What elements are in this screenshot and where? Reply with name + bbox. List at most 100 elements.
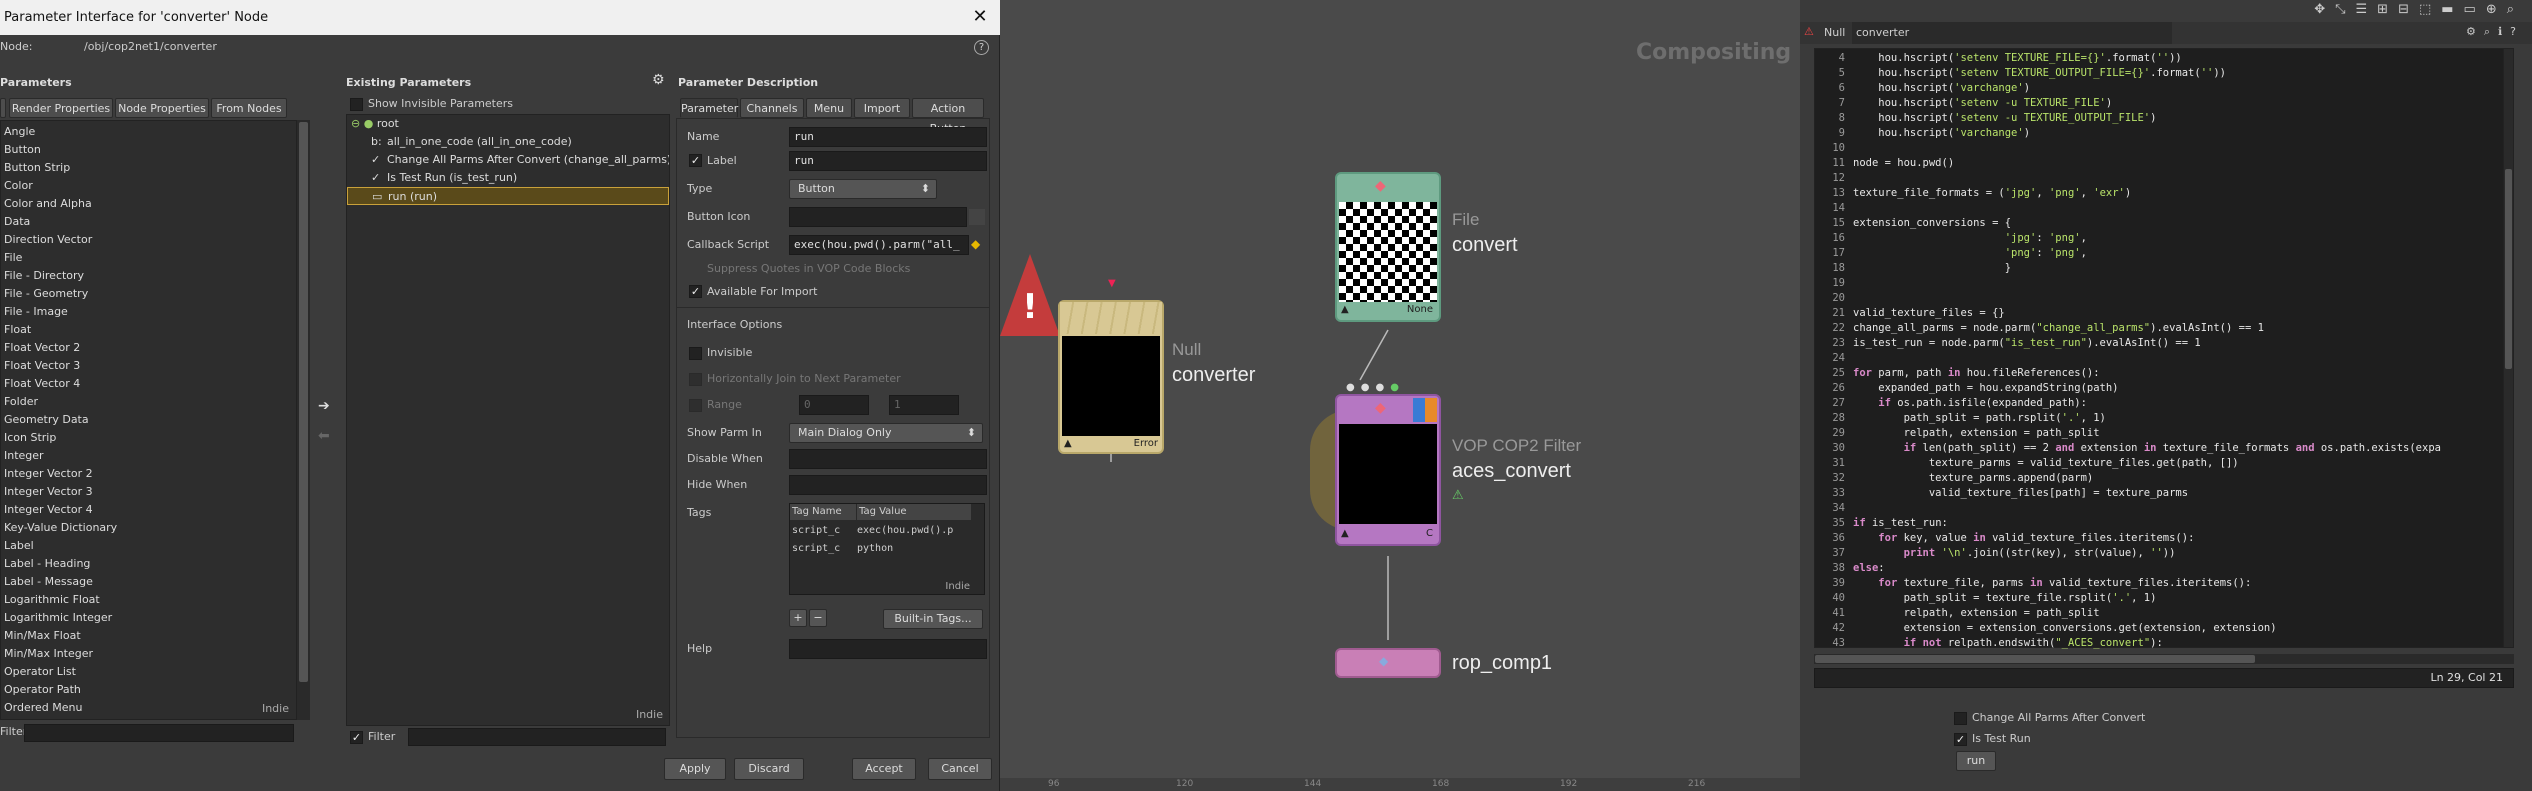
add-tag-button[interactable]: + <box>789 609 807 627</box>
parameter-type-item[interactable]: Label <box>1 537 309 555</box>
change-all-checkbox[interactable] <box>1954 712 1967 725</box>
existing-param-item[interactable]: ✓ Is Test Run (is_test_run) <box>347 169 669 187</box>
desc-tab[interactable]: Import <box>854 98 910 118</box>
choose-icon-button[interactable] <box>969 209 985 225</box>
timeline-ruler: 96120144168192216240 <box>1000 778 1833 791</box>
accept-button[interactable]: Accept <box>852 758 916 780</box>
parameter-type-item[interactable]: Integer Vector 3 <box>1 483 309 501</box>
range-checkbox[interactable] <box>689 399 702 412</box>
arrow-left-icon[interactable]: ⬅ <box>318 428 330 444</box>
parameter-type-item[interactable]: File <box>1 249 309 267</box>
parameter-type-item[interactable]: File - Directory <box>1 267 309 285</box>
parameter-type-item[interactable]: File - Image <box>1 303 309 321</box>
tab-node-properties[interactable]: Node Properties <box>115 98 209 118</box>
parameter-type-item[interactable]: Button <box>1 141 309 159</box>
desc-tab[interactable]: Channels <box>740 98 804 118</box>
parameter-type-item[interactable]: Float Vector 3 <box>1 357 309 375</box>
show-parm-in-dropdown[interactable]: Main Dialog Only ⬍ <box>789 423 983 443</box>
button-icon-input[interactable] <box>789 207 967 227</box>
parameter-type-item[interactable]: Float Vector 2 <box>1 339 309 357</box>
desc-tab[interactable]: Menu <box>806 98 852 118</box>
arrow-right-icon[interactable]: ➔ <box>318 398 330 414</box>
desc-tab[interactable]: Action Button <box>912 98 984 135</box>
python-icon[interactable]: ◆ <box>971 237 980 251</box>
close-icon[interactable]: ✕ <box>969 6 991 28</box>
parameter-type-item[interactable]: Label - Message <box>1 573 309 591</box>
desc-tab[interactable]: Parameter <box>680 98 738 118</box>
parameter-type-item[interactable]: Min/Max Float <box>1 627 309 645</box>
parameter-type-item[interactable]: Logarithmic Integer <box>1 609 309 627</box>
invisible-checkbox[interactable] <box>689 347 702 360</box>
parameter-type-item[interactable]: Operator List <box>1 663 309 681</box>
parameter-type-item[interactable]: Icon Strip <box>1 429 309 447</box>
existing-param-item[interactable]: ✓ Change All Parms After Convert (change_… <box>347 151 669 169</box>
types-scrollbar[interactable] <box>296 120 310 720</box>
help-input[interactable] <box>789 639 987 659</box>
parameter-type-item[interactable]: Color <box>1 177 309 195</box>
tag-row[interactable]: script_c exec(hou.pwd().p <box>790 522 974 540</box>
parameter-type-item[interactable]: File - Geometry <box>1 285 309 303</box>
discard-button[interactable]: Discard <box>734 758 804 780</box>
parameter-type-item[interactable]: Angle <box>1 123 309 141</box>
tab-render-properties[interactable]: Render Properties <box>9 98 113 118</box>
range-max-input[interactable]: 1 <box>889 395 959 415</box>
tree-root[interactable]: ⊖ ● root <box>347 115 669 133</box>
disable-when-input[interactable] <box>789 449 987 469</box>
code-hscrollbar[interactable] <box>1814 654 2514 664</box>
code-vscrollbar[interactable] <box>2503 49 2513 647</box>
cancel-button[interactable]: Cancel <box>928 758 992 780</box>
name-input[interactable]: run <box>789 127 987 147</box>
builtin-tags-button[interactable]: Built-in Tags... <box>883 609 983 629</box>
code-node-name[interactable]: converter <box>1852 22 2172 44</box>
parameter-type-item[interactable]: Float Vector 4 <box>1 375 309 393</box>
toolbar-icons[interactable]: ✥⤡☰⊞⊟⬚▬▭⊕⌕ <box>2314 2 2524 17</box>
tab-create[interactable] <box>0 98 6 118</box>
panel-icons[interactable]: ⚙⌕ℹ? <box>2466 25 2524 39</box>
type-dropdown[interactable]: Button ⬍ <box>789 179 937 199</box>
parameter-type-item[interactable]: Geometry Data <box>1 411 309 429</box>
help-icon[interactable]: ? <box>974 40 989 55</box>
code-text: 'png': 'png', <box>2004 247 2087 259</box>
horiz-join-checkbox[interactable] <box>689 373 702 386</box>
node-file[interactable]: ◆ ▲ None <box>1335 172 1441 322</box>
tab-from-nodes[interactable]: From Nodes <box>211 98 287 118</box>
node-converter[interactable]: ▲ Error <box>1058 300 1164 454</box>
label-input[interactable]: run <box>789 151 987 171</box>
node-rop[interactable]: ◆ <box>1335 648 1441 678</box>
node-aces[interactable]: ◆ ▲ C <box>1335 394 1441 546</box>
parameter-type-item[interactable]: Integer <box>1 447 309 465</box>
is-test-run-checkbox[interactable]: ✓ <box>1954 733 1967 746</box>
parameter-type-item[interactable]: Key-Value Dictionary <box>1 519 309 537</box>
apply-button[interactable]: Apply <box>664 758 726 780</box>
parameter-type-item[interactable]: Data <box>1 213 309 231</box>
available-checkbox[interactable]: ✓ <box>689 285 702 298</box>
parameter-type-item[interactable]: Color and Alpha <box>1 195 309 213</box>
parameter-type-item[interactable]: Folder <box>1 393 309 411</box>
parameter-type-item[interactable]: Min/Max Integer <box>1 645 309 663</box>
parameter-type-item[interactable]: Integer Vector 4 <box>1 501 309 519</box>
parameter-type-item[interactable]: Label - Heading <box>1 555 309 573</box>
line-number: 17 <box>1832 247 1845 259</box>
show-invisible-checkbox[interactable] <box>350 98 363 111</box>
filter-input[interactable] <box>408 728 666 746</box>
code-editor[interactable]: 4 hou.hscript('setenv TEXTURE_FILE={}'.f… <box>1814 48 2514 649</box>
parameter-type-item[interactable]: Direction Vector <box>1 231 309 249</box>
range-min-input[interactable]: 0 <box>799 395 869 415</box>
network-editor[interactable]: Compositing ! ▲ Error ▼ Null converter ◆… <box>1000 0 1833 791</box>
parameter-type-item[interactable]: Logarithmic Float <box>1 591 309 609</box>
remove-tag-button[interactable]: − <box>809 609 827 627</box>
existing-param-item[interactable]: ▭ run (run) <box>347 187 669 205</box>
existing-param-item[interactable]: b: all_in_one_code (all_in_one_code) <box>347 133 669 151</box>
label-checkbox[interactable]: ✓ <box>689 154 702 167</box>
parameter-type-item[interactable]: Float <box>1 321 309 339</box>
callback-input[interactable]: exec(hou.pwd().parm("all_ <box>789 235 969 255</box>
filter-input-left[interactable] <box>24 724 294 742</box>
gear-icon[interactable]: ⚙ <box>652 72 665 88</box>
tag-row[interactable]: script_c python <box>790 540 974 558</box>
parameter-type-item[interactable]: Integer Vector 2 <box>1 465 309 483</box>
parameter-type-item[interactable]: Operator Path <box>1 681 309 699</box>
parameter-type-item[interactable]: Button Strip <box>1 159 309 177</box>
run-button[interactable]: run <box>1956 751 1996 771</box>
hide-when-input[interactable] <box>789 475 987 495</box>
filter-checkbox[interactable]: ✓ <box>350 731 363 744</box>
